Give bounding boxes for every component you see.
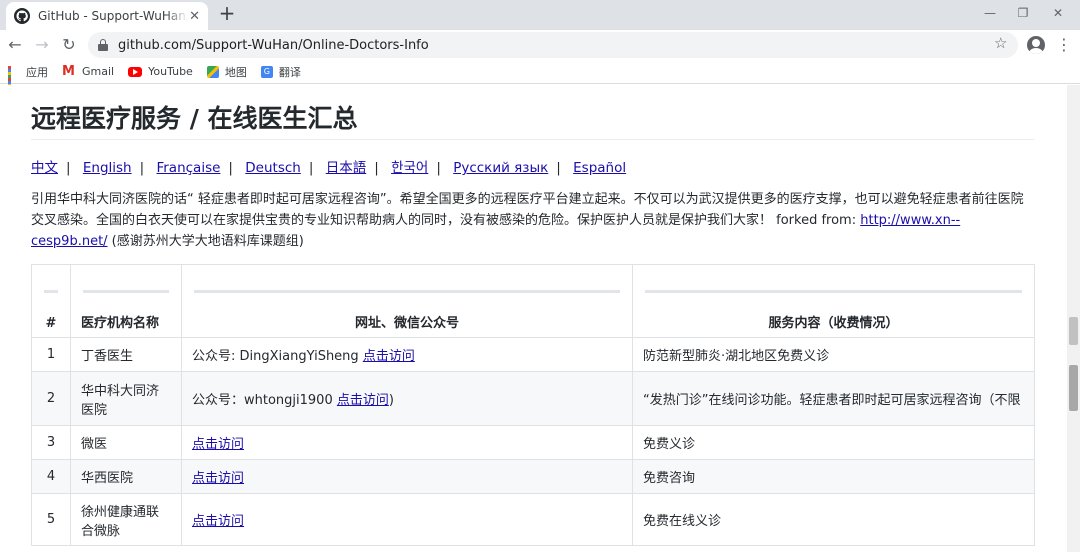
new-tab-button[interactable]: + [216, 3, 238, 25]
tab-strip: GitHub - Support-WuHan/Onl ✕ + — ❐ ✕ [0, 0, 1080, 30]
language-separator: | [374, 160, 379, 176]
language-separator: | [139, 160, 145, 176]
maps-icon [206, 65, 219, 78]
visit-link[interactable]: 点击访问 [363, 349, 415, 364]
row-service: 免费在线义诊 [632, 493, 1035, 546]
row-num: 5 [31, 493, 71, 546]
row-num: 1 [31, 337, 71, 372]
row-org: 丁香医生 [70, 337, 182, 372]
bookmark-label: 翻译 [278, 65, 301, 79]
bookmark-label: Gmail [82, 65, 115, 78]
header-service: 服务内容（收费情况） [632, 264, 1035, 338]
page-scrollbar[interactable] [1067, 85, 1080, 552]
row-web: 点击访问 [181, 493, 633, 546]
header-num: # [31, 264, 71, 338]
scrollbar-thumb-active[interactable] [1069, 365, 1078, 411]
language-separator: | [228, 160, 233, 176]
address-bar[interactable]: github.com/Support-WuHan/Online-Doctors-… [88, 32, 1018, 58]
translate-icon: G [260, 65, 273, 78]
scrollbar-thumb[interactable] [1069, 317, 1078, 345]
bookmark-translate[interactable]: G 翻译 [260, 64, 301, 80]
reload-button[interactable]: ↻ [58, 34, 80, 56]
row-web: 点击访问 [181, 425, 633, 460]
language-link[interactable]: English [83, 160, 132, 176]
header-web: 网址、微信公众号 [181, 264, 633, 338]
visit-link[interactable]: 点击访问 [337, 393, 389, 408]
bookmark-gmail[interactable]: Gmail [62, 64, 115, 79]
visit-link[interactable]: 点击访问 [192, 471, 244, 486]
bookmark-label: 地图 [224, 65, 247, 79]
intro-paragraph: 引用华中科大同济医院的话“ 轻症患者即时起可居家远程咨询”。希望全国更多的远程医… [31, 189, 1031, 252]
doctors-table: # 医疗机构名称 网址、微信公众号 服务内容（收费情况） 1 丁香医生 公众号:… [31, 264, 1035, 546]
row-org: 微医 [70, 425, 182, 460]
table-row: 5 徐州健康通联合微脉 点击访问 免费在线义诊 [31, 493, 1035, 546]
language-link[interactable]: Español [573, 160, 626, 176]
tab-title: GitHub - Support-WuHan/Onl [38, 9, 188, 23]
title-divider [31, 139, 1034, 140]
row-service: “发热门诊”在线问诊功能。轻症患者即时起可居家远程咨询（不限 [632, 371, 1035, 426]
restore-button[interactable]: ❐ [1015, 6, 1031, 20]
browser-toolbar: ← → ↻ github.com/Support-WuHan/Online-Do… [0, 30, 1080, 60]
language-links: 中文 | English | Française | Deutsch | 日本語 | 한국… [31, 156, 626, 176]
row-org: 华西医院 [70, 459, 182, 494]
row-num: 3 [31, 425, 71, 460]
intro-suffix: (感谢苏州大学大地语料库课题组) [107, 234, 304, 249]
row-org: 徐州健康通联合微脉 [70, 493, 182, 546]
browser-tab[interactable]: GitHub - Support-WuHan/Onl ✕ [6, 2, 208, 30]
table-row: 1 丁香医生 公众号: DingXiangYiSheng 点击访问 防范新型肺炎… [31, 337, 1035, 372]
youtube-icon [128, 66, 143, 77]
bookmarks-bar: 应用 Gmail YouTube 地图 G 翻译 [0, 60, 1080, 93]
row-web: 点击访问 [181, 459, 633, 494]
language-link[interactable]: 中文 [31, 160, 58, 176]
language-link[interactable]: Française [156, 160, 220, 176]
bookmark-apps[interactable]: 应用 [8, 64, 48, 93]
visit-link[interactable]: 点击访问 [192, 437, 244, 452]
tab-close-icon[interactable]: ✕ [189, 9, 200, 24]
bookmark-maps[interactable]: 地图 [206, 64, 247, 80]
gmail-icon [62, 64, 76, 79]
language-link[interactable]: Русский язык [453, 160, 548, 176]
visit-link[interactable]: 点击访问 [192, 514, 244, 529]
language-link[interactable]: 日本語 [326, 160, 367, 176]
row-service: 免费咨询 [632, 459, 1035, 494]
row-web: 公众号: DingXiangYiSheng 点击访问 [181, 337, 633, 372]
row-num: 4 [31, 459, 71, 494]
bookmark-star-icon[interactable]: ☆ [994, 34, 1007, 52]
table-header-row: # 医疗机构名称 网址、微信公众号 服务内容（收费情况） [31, 264, 1035, 338]
lock-icon[interactable] [98, 39, 108, 51]
back-button[interactable]: ← [4, 34, 26, 56]
row-org: 华中科大同济医院 [70, 371, 182, 426]
bookmark-label: YouTube [148, 65, 193, 78]
table-row: 3 微医 点击访问 免费义诊 [31, 425, 1035, 460]
bookmark-label: 应用 [26, 65, 48, 79]
row-web: 公众号：whtongji1900 点击访问) [181, 371, 633, 426]
language-separator: | [66, 160, 71, 176]
table-row: 4 华西医院 点击访问 免费咨询 [31, 459, 1035, 494]
row-service: 防范新型肺炎·湖北地区免费义诊 [632, 337, 1035, 372]
close-window-button[interactable]: ✕ [1050, 6, 1066, 20]
apps-grid-icon [8, 65, 20, 93]
github-favicon-icon [14, 8, 30, 24]
readme-content: 远程医疗服务 / 在线医生汇总 中文 | English | Française | … [0, 85, 1067, 552]
language-link[interactable]: 한국어 [391, 160, 428, 176]
page-title: 远程医疗服务 / 在线医生汇总 [31, 104, 358, 133]
language-separator: | [308, 160, 314, 176]
language-link[interactable]: Deutsch [245, 160, 301, 176]
table-row: 2 华中科大同济医院 公众号：whtongji1900 点击访问) “发热门诊”… [31, 371, 1035, 426]
language-separator: | [436, 160, 441, 176]
row-num: 2 [31, 371, 71, 426]
bookmark-youtube[interactable]: YouTube [128, 65, 193, 78]
forward-button[interactable]: → [31, 34, 53, 56]
header-org: 医疗机构名称 [70, 264, 182, 338]
browser-menu-icon[interactable]: ⋮ [1056, 35, 1072, 54]
url-text[interactable]: github.com/Support-WuHan/Online-Doctors-… [118, 38, 429, 53]
minimize-button[interactable]: — [982, 6, 998, 20]
row-service: 免费义诊 [632, 425, 1035, 460]
profile-avatar-icon[interactable] [1027, 36, 1045, 54]
language-separator: | [556, 160, 561, 176]
